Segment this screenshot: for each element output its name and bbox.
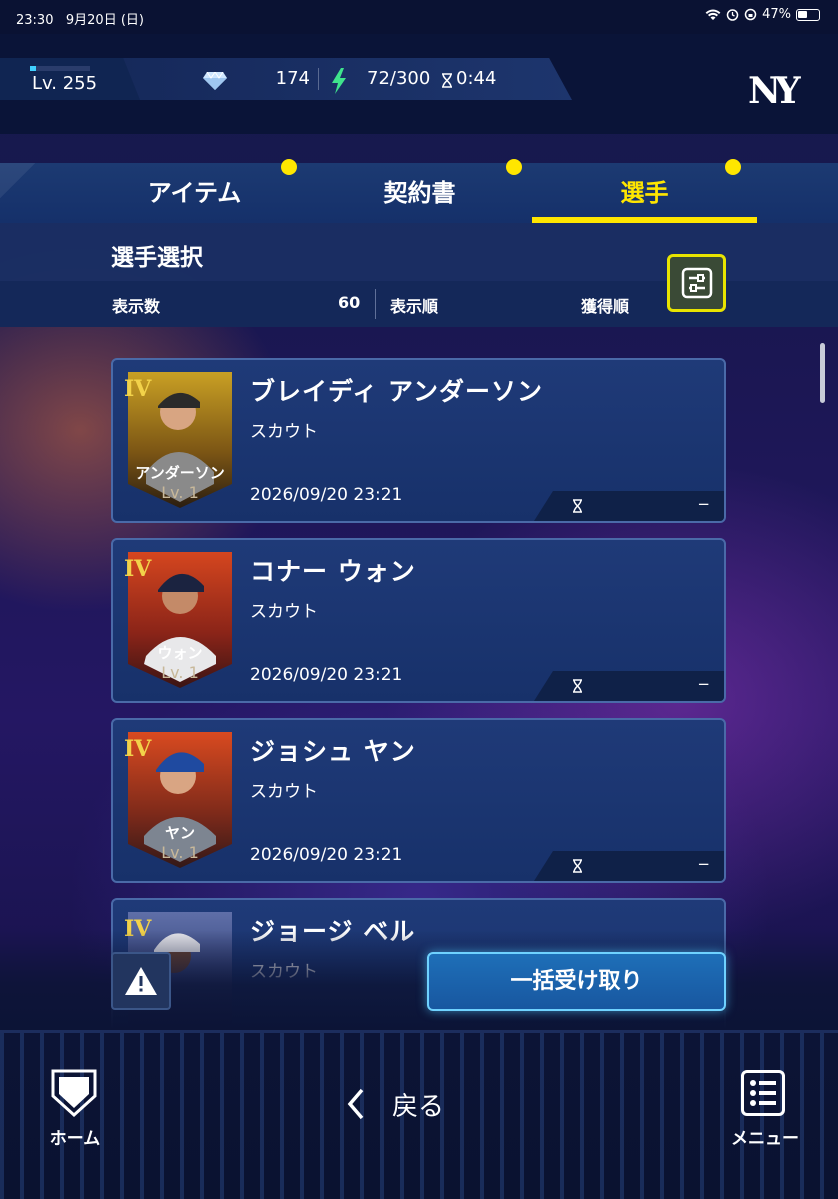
- wifi-icon: [705, 9, 721, 20]
- present-type: スカウト: [250, 602, 318, 622]
- player-level: Lv. 255: [32, 73, 98, 94]
- player-short-name: アンダーソン: [135, 464, 225, 482]
- level-progress-track: [30, 66, 90, 71]
- expiry-value: −: [697, 495, 710, 513]
- player-name: ジョシュ ヤン: [250, 737, 416, 766]
- back-button[interactable]: 戻る: [344, 1082, 504, 1126]
- tab-bar: アイテム 契約書 選手: [0, 159, 838, 223]
- status-time: 23:30 9月20日 (日): [16, 13, 144, 28]
- divider: [318, 68, 319, 90]
- chevron-left-icon: [347, 1088, 364, 1120]
- present-card[interactable]: IV ヤン Lv. 1 ジョシュ ヤン スカウト 2026/09/20 23:2…: [111, 718, 726, 883]
- notification-dot: [506, 159, 522, 175]
- player-card-level: Lv. 1: [161, 843, 199, 862]
- filter-divider: [375, 289, 376, 319]
- display-count-value[interactable]: 60: [338, 293, 360, 312]
- notification-dot: [281, 159, 297, 175]
- expiry-area: −: [534, 671, 724, 701]
- rank-badge: IV: [124, 556, 152, 582]
- player-name: コナー ウォン: [250, 557, 416, 586]
- hourglass-icon: [573, 499, 582, 513]
- alarm-icon: [726, 9, 739, 21]
- menu-icon: [741, 1070, 785, 1116]
- bulk-receive-button[interactable]: 一括受け取り: [427, 952, 726, 1011]
- list-lines-icon: [750, 1080, 776, 1106]
- received-date: 2026/09/20 23:21: [250, 845, 403, 865]
- filter-settings-button[interactable]: [667, 254, 726, 312]
- home-plate-icon: [51, 1069, 97, 1118]
- hourglass-icon: [442, 73, 452, 88]
- received-date: 2026/09/20 23:21: [250, 665, 403, 685]
- received-date: 2026/09/20 23:21: [250, 485, 403, 505]
- rank-badge: IV: [124, 376, 152, 402]
- present-card[interactable]: IV アンダーソン Lv. 1 ブレイディ アンダーソン スカウト 2026/0…: [111, 358, 726, 523]
- present-card[interactable]: IV ウォン Lv. 1 コナー ウォン スカウト 2026/09/20 23:…: [111, 538, 726, 703]
- lock-rotation-icon: [744, 8, 757, 21]
- stamina-timer: 0:44: [456, 68, 497, 89]
- battery-icon: [796, 8, 820, 21]
- display-count-label: 表示数: [112, 297, 161, 316]
- player-card-level: Lv. 1: [161, 483, 199, 502]
- expiry-area: −: [534, 491, 724, 521]
- tab-players[interactable]: 選手: [532, 159, 757, 223]
- tab-items[interactable]: アイテム: [82, 159, 307, 223]
- player-short-name: ヤン: [164, 824, 195, 842]
- present-type: スカウト: [250, 422, 318, 442]
- rank-badge: IV: [124, 736, 152, 762]
- tab-contracts[interactable]: 契約書: [307, 159, 532, 223]
- team-logo: NY: [748, 70, 801, 112]
- battery-percent: 47%: [762, 7, 791, 22]
- selection-title: 選手選択: [111, 245, 203, 271]
- tab-contracts-label: 契約書: [383, 179, 456, 207]
- diamond-icon: [203, 72, 227, 90]
- lightning-icon: [332, 68, 346, 94]
- tab-players-label: 選手: [620, 179, 669, 207]
- back-label: 戻る: [392, 1092, 445, 1122]
- status-right: 47%: [705, 7, 820, 22]
- player-name: ブレイディ アンダーソン: [250, 377, 543, 406]
- expiry-value: −: [697, 855, 710, 873]
- hourglass-icon: [573, 859, 582, 873]
- level-progress-fill: [30, 66, 36, 71]
- status-bar: 23:30 9月20日 (日) 47%: [0, 0, 838, 34]
- stamina-count: 72/300: [367, 68, 431, 89]
- notification-dot: [725, 159, 741, 175]
- expiry-area: −: [534, 851, 724, 881]
- present-type: スカウト: [250, 782, 318, 802]
- report-button[interactable]: [111, 952, 171, 1010]
- sliders-icon: [681, 267, 712, 299]
- menu-button[interactable]: メニュー: [725, 1068, 805, 1149]
- status-date: 9月20日 (日): [65, 13, 144, 28]
- tab-items-label: アイテム: [147, 179, 242, 207]
- player-card-level: Lv. 1: [161, 663, 199, 682]
- player-short-name: ウォン: [157, 644, 203, 662]
- sort-order-value[interactable]: 獲得順: [581, 293, 629, 317]
- hourglass-icon: [573, 679, 582, 693]
- scrollbar[interactable]: [820, 343, 825, 403]
- sort-order-label: 表示順: [390, 297, 439, 316]
- gem-count: 174: [275, 68, 310, 89]
- warning-icon: [125, 967, 157, 995]
- menu-label: メニュー: [731, 1129, 799, 1149]
- home-button[interactable]: ホーム: [40, 1068, 110, 1149]
- expiry-value: −: [697, 675, 710, 693]
- home-label: ホーム: [49, 1129, 101, 1149]
